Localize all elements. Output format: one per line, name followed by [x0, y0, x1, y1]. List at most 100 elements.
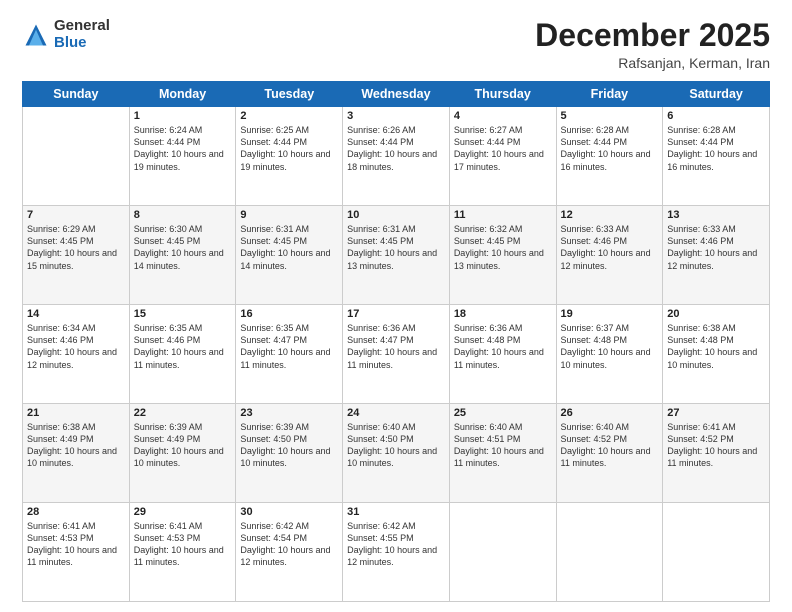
calendar-cell: 15 Sunrise: 6:35 AM Sunset: 4:46 PM Dayli… [129, 305, 236, 404]
day-number: 2 [240, 110, 338, 122]
day-number: 27 [667, 407, 765, 419]
day-number: 19 [561, 308, 659, 320]
day-info: Sunrise: 6:39 AM Sunset: 4:49 PM Dayligh… [134, 421, 232, 470]
page: General Blue December 2025 Rafsanjan, Ke… [0, 0, 792, 612]
day-info: Sunrise: 6:41 AM Sunset: 4:53 PM Dayligh… [27, 520, 125, 569]
day-number: 11 [454, 209, 552, 221]
day-info: Sunrise: 6:24 AM Sunset: 4:44 PM Dayligh… [134, 124, 232, 173]
calendar-cell [23, 107, 130, 206]
day-info: Sunrise: 6:40 AM Sunset: 4:52 PM Dayligh… [561, 421, 659, 470]
calendar-cell: 31 Sunrise: 6:42 AM Sunset: 4:55 PM Dayli… [343, 503, 450, 602]
logo: General Blue [22, 18, 110, 51]
day-number: 22 [134, 407, 232, 419]
day-info: Sunrise: 6:28 AM Sunset: 4:44 PM Dayligh… [667, 124, 765, 173]
day-info: Sunrise: 6:38 AM Sunset: 4:48 PM Dayligh… [667, 322, 765, 371]
calendar-cell [556, 503, 663, 602]
col-tuesday: Tuesday [236, 82, 343, 107]
day-number: 31 [347, 506, 445, 518]
day-number: 15 [134, 308, 232, 320]
logo-icon [22, 21, 50, 49]
day-number: 17 [347, 308, 445, 320]
calendar-cell: 26 Sunrise: 6:40 AM Sunset: 4:52 PM Dayli… [556, 404, 663, 503]
calendar-week-row: 1 Sunrise: 6:24 AM Sunset: 4:44 PM Daylig… [23, 107, 770, 206]
logo-general-text: General [54, 18, 110, 35]
day-info: Sunrise: 6:36 AM Sunset: 4:47 PM Dayligh… [347, 322, 445, 371]
calendar-week-row: 14Sunrise: 6:34 AM Sunset: 4:46 PM Dayli… [23, 305, 770, 404]
calendar-cell: 20 Sunrise: 6:38 AM Sunset: 4:48 PM Dayli… [663, 305, 770, 404]
day-number: 28 [27, 506, 125, 518]
calendar-cell: 21 Sunrise: 6:38 AM Sunset: 4:49 PM Dayli… [23, 404, 130, 503]
calendar-cell: 11 Sunrise: 6:32 AM Sunset: 4:45 PM Dayli… [449, 206, 556, 305]
day-number: 25 [454, 407, 552, 419]
calendar-cell: 4 Sunrise: 6:27 AM Sunset: 4:44 PM Daylig… [449, 107, 556, 206]
calendar-cell: 2 Sunrise: 6:25 AM Sunset: 4:44 PM Daylig… [236, 107, 343, 206]
calendar-cell: 18Sunrise: 6:36 AM Sunset: 4:48 PM Dayli… [449, 305, 556, 404]
day-number: 29 [134, 506, 232, 518]
calendar-cell: 29Sunrise: 6:41 AM Sunset: 4:53 PM Dayli… [129, 503, 236, 602]
day-info: Sunrise: 6:39 AM Sunset: 4:50 PM Dayligh… [240, 421, 338, 470]
day-info: Sunrise: 6:25 AM Sunset: 4:44 PM Dayligh… [240, 124, 338, 173]
day-info: Sunrise: 6:27 AM Sunset: 4:44 PM Dayligh… [454, 124, 552, 173]
day-number: 13 [667, 209, 765, 221]
calendar-header-row: Sunday Monday Tuesday Wednesday Thursday… [23, 82, 770, 107]
logo-text: General Blue [54, 18, 110, 51]
day-info: Sunrise: 6:37 AM Sunset: 4:48 PM Dayligh… [561, 322, 659, 371]
calendar-cell: 10Sunrise: 6:31 AM Sunset: 4:45 PM Dayli… [343, 206, 450, 305]
calendar-cell: 28 Sunrise: 6:41 AM Sunset: 4:53 PM Dayli… [23, 503, 130, 602]
calendar-cell: 22 Sunrise: 6:39 AM Sunset: 4:49 PM Dayli… [129, 404, 236, 503]
day-info: Sunrise: 6:31 AM Sunset: 4:45 PM Dayligh… [240, 223, 338, 272]
calendar-cell: 19 Sunrise: 6:37 AM Sunset: 4:48 PM Dayli… [556, 305, 663, 404]
day-number: 21 [27, 407, 125, 419]
day-number: 10 [347, 209, 445, 221]
calendar-week-row: 21 Sunrise: 6:38 AM Sunset: 4:49 PM Dayli… [23, 404, 770, 503]
calendar-cell [663, 503, 770, 602]
day-number: 8 [134, 209, 232, 221]
calendar-cell: 30Sunrise: 6:42 AM Sunset: 4:54 PM Dayli… [236, 503, 343, 602]
day-info: Sunrise: 6:35 AM Sunset: 4:47 PM Dayligh… [240, 322, 338, 371]
calendar-cell: 25 Sunrise: 6:40 AM Sunset: 4:51 PM Dayli… [449, 404, 556, 503]
calendar-cell: 5Sunrise: 6:28 AM Sunset: 4:44 PM Daylig… [556, 107, 663, 206]
calendar-cell: 23 Sunrise: 6:39 AM Sunset: 4:50 PM Dayli… [236, 404, 343, 503]
col-wednesday: Wednesday [343, 82, 450, 107]
day-info: Sunrise: 6:42 AM Sunset: 4:55 PM Dayligh… [347, 520, 445, 569]
day-number: 4 [454, 110, 552, 122]
day-number: 1 [134, 110, 232, 122]
col-saturday: Saturday [663, 82, 770, 107]
col-monday: Monday [129, 82, 236, 107]
calendar-cell: 12Sunrise: 6:33 AM Sunset: 4:46 PM Dayli… [556, 206, 663, 305]
day-number: 3 [347, 110, 445, 122]
month-title: December 2025 [535, 18, 770, 53]
day-number: 26 [561, 407, 659, 419]
calendar-cell: 24Sunrise: 6:40 AM Sunset: 4:50 PM Dayli… [343, 404, 450, 503]
day-number: 30 [240, 506, 338, 518]
day-info: Sunrise: 6:33 AM Sunset: 4:46 PM Dayligh… [561, 223, 659, 272]
calendar-cell: 6 Sunrise: 6:28 AM Sunset: 4:44 PM Daylig… [663, 107, 770, 206]
col-sunday: Sunday [23, 82, 130, 107]
day-number: 7 [27, 209, 125, 221]
day-info: Sunrise: 6:32 AM Sunset: 4:45 PM Dayligh… [454, 223, 552, 272]
day-number: 20 [667, 308, 765, 320]
calendar-cell: 13Sunrise: 6:33 AM Sunset: 4:46 PM Dayli… [663, 206, 770, 305]
day-number: 14 [27, 308, 125, 320]
calendar-cell: 16Sunrise: 6:35 AM Sunset: 4:47 PM Dayli… [236, 305, 343, 404]
day-info: Sunrise: 6:36 AM Sunset: 4:48 PM Dayligh… [454, 322, 552, 371]
logo-blue-text: Blue [54, 35, 110, 52]
calendar-table: Sunday Monday Tuesday Wednesday Thursday… [22, 81, 770, 602]
day-info: Sunrise: 6:40 AM Sunset: 4:51 PM Dayligh… [454, 421, 552, 470]
day-info: Sunrise: 6:35 AM Sunset: 4:46 PM Dayligh… [134, 322, 232, 371]
calendar-cell: 7 Sunrise: 6:29 AM Sunset: 4:45 PM Daylig… [23, 206, 130, 305]
calendar-cell: 27 Sunrise: 6:41 AM Sunset: 4:52 PM Dayli… [663, 404, 770, 503]
day-info: Sunrise: 6:29 AM Sunset: 4:45 PM Dayligh… [27, 223, 125, 272]
col-friday: Friday [556, 82, 663, 107]
calendar-cell: 9Sunrise: 6:31 AM Sunset: 4:45 PM Daylig… [236, 206, 343, 305]
calendar-week-row: 7 Sunrise: 6:29 AM Sunset: 4:45 PM Daylig… [23, 206, 770, 305]
title-block: December 2025 Rafsanjan, Kerman, Iran [535, 18, 770, 71]
calendar-cell: 17 Sunrise: 6:36 AM Sunset: 4:47 PM Dayli… [343, 305, 450, 404]
day-info: Sunrise: 6:38 AM Sunset: 4:49 PM Dayligh… [27, 421, 125, 470]
day-number: 23 [240, 407, 338, 419]
location: Rafsanjan, Kerman, Iran [535, 55, 770, 71]
day-info: Sunrise: 6:41 AM Sunset: 4:52 PM Dayligh… [667, 421, 765, 470]
calendar-cell [449, 503, 556, 602]
day-info: Sunrise: 6:28 AM Sunset: 4:44 PM Dayligh… [561, 124, 659, 173]
day-number: 6 [667, 110, 765, 122]
